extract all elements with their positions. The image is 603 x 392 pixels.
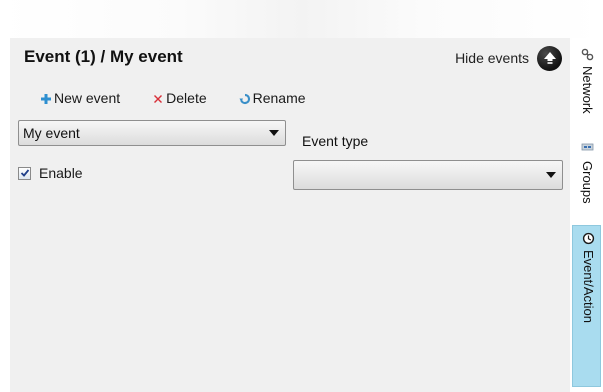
groups-icon bbox=[581, 140, 594, 153]
rename-button[interactable]: Rename bbox=[239, 90, 306, 106]
new-event-button[interactable]: New event bbox=[40, 90, 120, 106]
side-tabs: Network Groups Event/Action bbox=[572, 38, 603, 392]
tab-network-label: Network bbox=[580, 66, 595, 114]
clock-icon bbox=[582, 232, 595, 245]
event-toolbar: New event Delete Rename bbox=[40, 88, 306, 108]
delete-x-icon bbox=[152, 92, 164, 104]
event-select[interactable]: My event bbox=[18, 120, 286, 146]
top-strip bbox=[0, 0, 603, 40]
event-panel: Event (1) / My event Hide events New eve… bbox=[10, 38, 570, 392]
rename-label: Rename bbox=[252, 90, 306, 106]
delete-button[interactable]: Delete bbox=[152, 90, 207, 106]
tab-event-action-label: Event/Action bbox=[581, 250, 596, 323]
hide-events-button[interactable]: Hide events bbox=[455, 45, 562, 71]
collapse-up-icon[interactable] bbox=[537, 45, 562, 71]
enable-label: Enable bbox=[39, 165, 83, 181]
checkbox-checked-icon[interactable] bbox=[18, 166, 31, 180]
chevron-down-icon bbox=[269, 130, 279, 136]
enable-checkbox[interactable]: Enable bbox=[18, 165, 83, 181]
panel-title: Event (1) / My event bbox=[24, 47, 183, 66]
event-select-value: My event bbox=[23, 125, 80, 141]
tab-groups-label: Groups bbox=[580, 161, 595, 204]
delete-label: Delete bbox=[166, 90, 207, 106]
event-type-select[interactable] bbox=[293, 160, 563, 190]
new-event-label: New event bbox=[54, 90, 121, 106]
tab-event-action[interactable]: Event/Action bbox=[572, 225, 601, 387]
tab-network[interactable]: Network bbox=[572, 38, 601, 122]
chevron-down-icon bbox=[546, 172, 556, 178]
network-icon bbox=[581, 48, 594, 61]
plus-icon bbox=[40, 92, 52, 104]
tab-groups[interactable]: Groups bbox=[572, 134, 601, 222]
hide-events-label: Hide events bbox=[455, 50, 529, 66]
rename-icon bbox=[239, 92, 251, 105]
event-type-label: Event type bbox=[302, 133, 369, 149]
